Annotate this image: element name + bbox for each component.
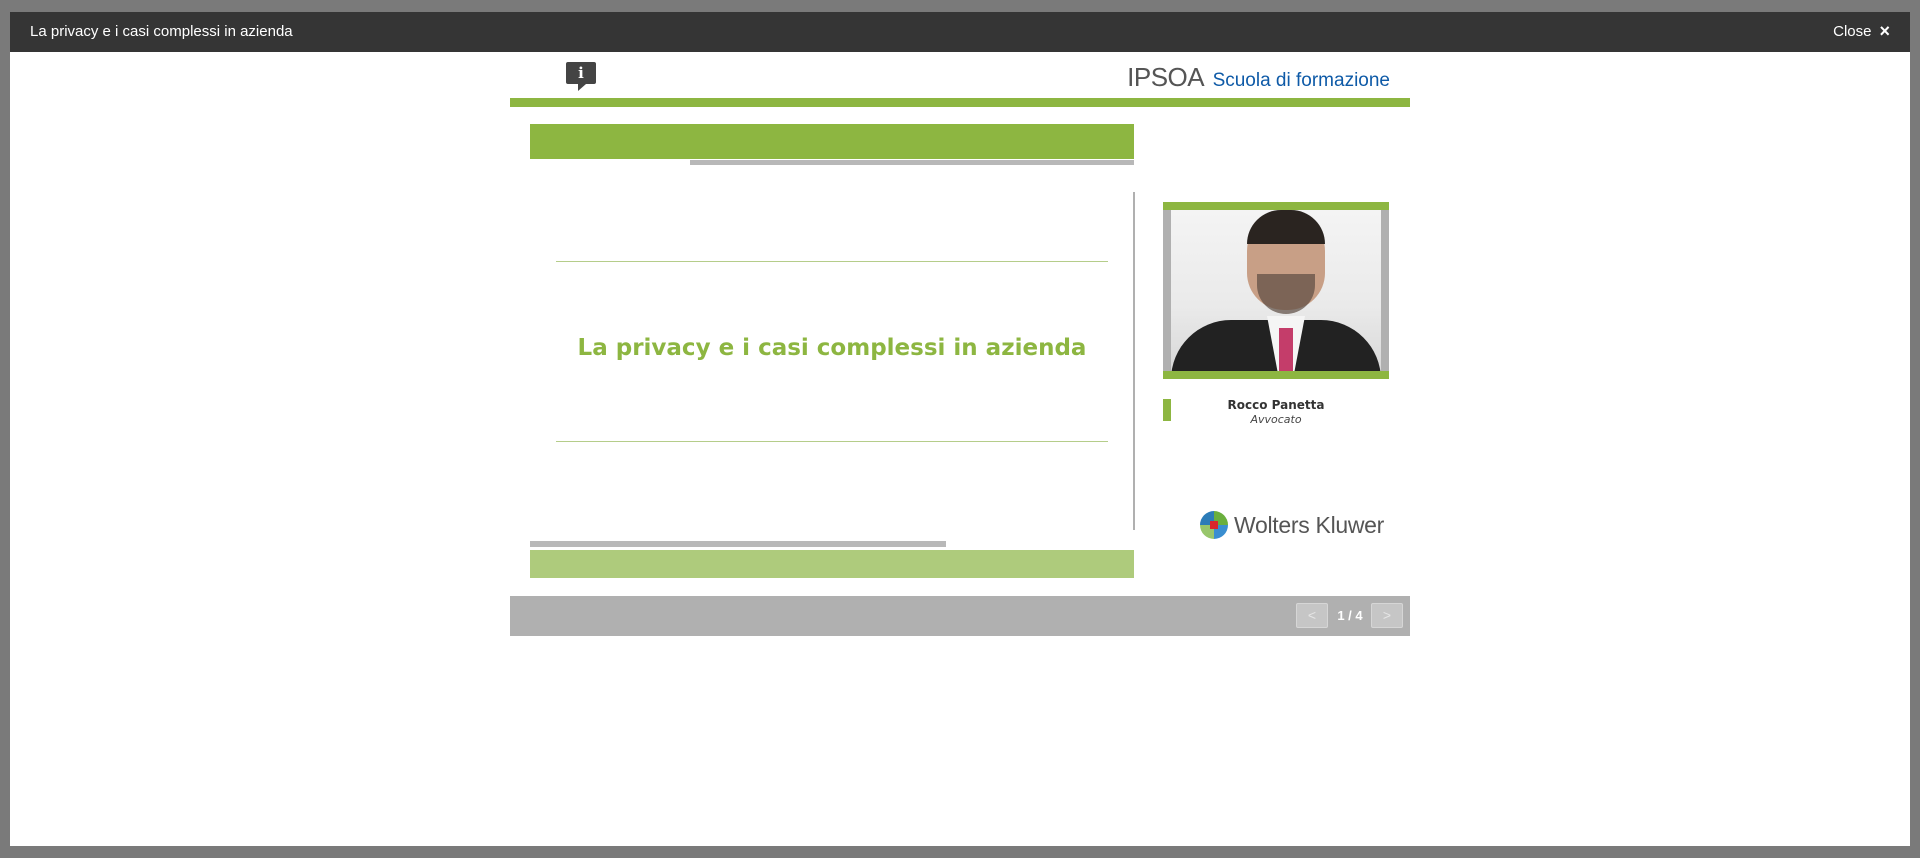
decorative-grey-bar-bottom: [530, 541, 946, 547]
close-button[interactable]: Close ×: [1833, 22, 1890, 40]
publisher-name: Wolters Kluwer: [1234, 511, 1385, 538]
info-icon[interactable]: i: [566, 62, 596, 91]
modal-titlebar: La privacy e i casi complessi in azienda…: [10, 12, 1910, 52]
speaker-name: Rocco Panetta: [1227, 398, 1325, 412]
slide-navigation: < 1 / 4 >: [510, 596, 1410, 636]
presentation-modal: La privacy e i casi complessi in azienda…: [10, 12, 1910, 846]
decorative-bar-top: [530, 124, 1134, 159]
brand-name: IPSOA: [1127, 62, 1205, 92]
speaker-role: Avvocato: [1250, 413, 1302, 426]
header-rule: [510, 98, 1410, 107]
vertical-divider: [1133, 192, 1135, 530]
brand-tagline: Scuola di formazione: [1212, 70, 1390, 91]
wolters-kluwer-logo: Wolters Kluwer: [1200, 511, 1384, 539]
modal-title: La privacy e i casi complessi in azienda: [30, 23, 293, 40]
decorative-grey-bar-top: [690, 160, 1134, 165]
title-rule-bottom: [556, 441, 1108, 442]
page-indicator: 1 / 4: [1337, 608, 1363, 623]
close-label: Close: [1833, 22, 1872, 40]
slide: i IPSOA Scuola di formazione La privacy …: [510, 52, 1410, 578]
close-icon: ×: [1879, 21, 1890, 41]
wolters-kluwer-globe-icon: [1200, 511, 1228, 539]
decorative-bar-bottom: [530, 550, 1134, 578]
slide-title: La privacy e i casi complessi in azienda: [577, 335, 1087, 361]
title-rule-top: [556, 261, 1108, 262]
speaker-video-frame: [1163, 202, 1389, 379]
ipsoa-logo: IPSOA Scuola di formazione: [1127, 62, 1390, 93]
previous-slide-button[interactable]: <: [1296, 603, 1328, 628]
next-slide-button[interactable]: >: [1371, 603, 1403, 628]
speaker-video[interactable]: [1171, 210, 1381, 371]
